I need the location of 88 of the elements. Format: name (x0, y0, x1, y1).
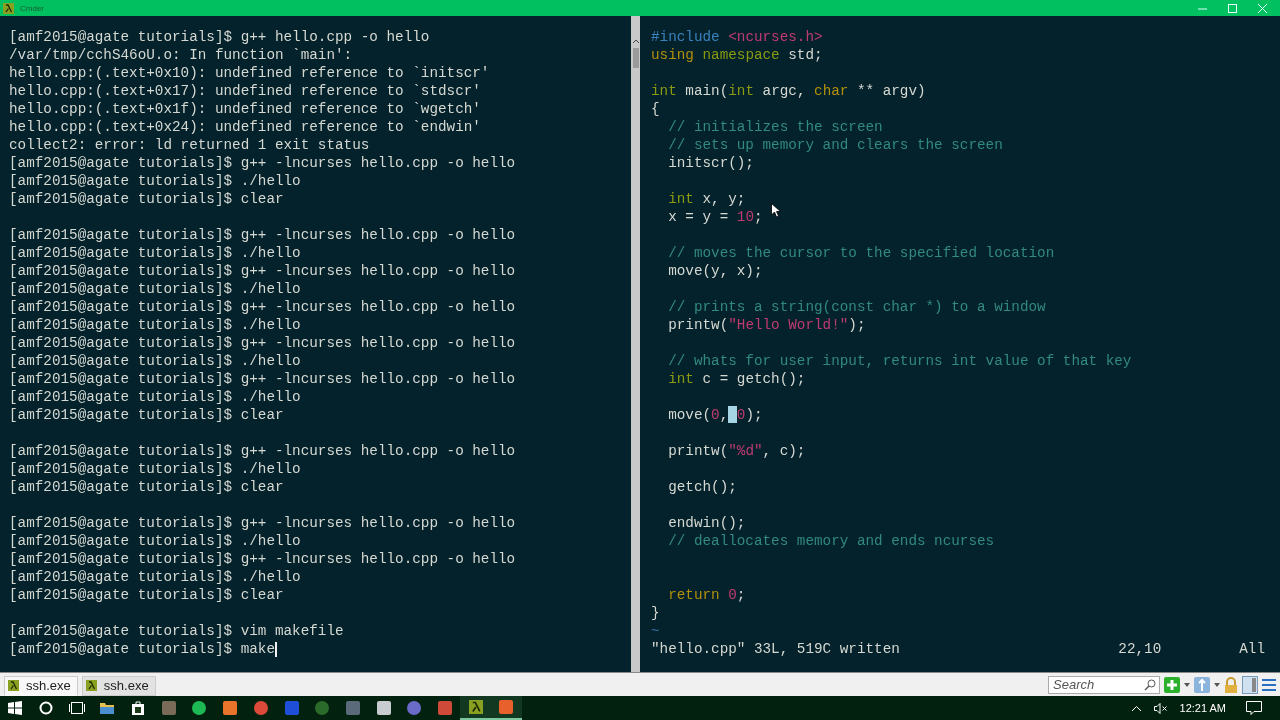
terminal-line: [amf2015@agate tutorials]$ g++ -lncurses hello.cpp -o hello (9, 550, 516, 568)
terminal-line: hello.cpp:(.text+0x17): undefined reference to `stdscr' (9, 82, 481, 100)
code-line: endwin(); (667, 514, 746, 532)
lambda-icon (8, 680, 19, 691)
terminal-line: [amf2015@agate tutorials]$ ./hello (9, 388, 301, 406)
terminal-line: [amf2015@agate tutorials]$ clear (9, 478, 284, 496)
taskbar-button[interactable] (460, 696, 491, 720)
terminal-line: /var/tmp/cchS46oU.o: In function `main': (9, 46, 353, 64)
shopping-bag-icon (132, 701, 145, 715)
terminal-line: [amf2015@agate tutorials]$ ./hello (9, 316, 301, 334)
caret-icon[interactable] (1184, 682, 1190, 687)
terminal-line: [amf2015@agate tutorials]$ clear (9, 190, 284, 208)
empty-line-marker: ~ (651, 622, 660, 640)
terminal-line: [amf2015@agate tutorials]$ g++ -lncurses hello.cpp -o hello (9, 226, 516, 244)
terminal-line: [amf2015@agate tutorials]$ g++ -lncurses hello.cpp -o hello (9, 334, 516, 352)
terminal-line: [amf2015@agate tutorials]$ make (9, 640, 275, 658)
taskbar-button[interactable] (491, 696, 522, 720)
terminal-line: [amf2015@agate tutorials]$ clear (9, 406, 284, 424)
terminal-line: [amf2015@agate tutorials]$ g++ -lncurses hello.cpp -o hello (9, 370, 516, 388)
code-line: int main(int argc, char ** argv) (651, 82, 926, 100)
code-line: #include <ncurses.h> (651, 28, 823, 46)
terminal-line: [amf2015@agate tutorials]$ g++ hello.cpp -o hello (9, 28, 430, 46)
terminal-line: [amf2015@agate tutorials]$ vim makefile (9, 622, 344, 640)
terminal-line: [amf2015@agate tutorials]$ g++ -lncurses hello.cpp -o hello (9, 154, 516, 172)
terminal-line: collect2: error: ld returned 1 exit status (9, 136, 370, 154)
search-field[interactable]: Search (1048, 675, 1160, 694)
code-line: move(0, 0); (667, 406, 763, 424)
lambda-icon (3, 2, 14, 14)
chevron-up-icon[interactable] (631, 38, 640, 44)
code-line: } (651, 604, 660, 622)
terminal-line: [amf2015@agate tutorials]$ g++ -lncurses hello.cpp -o hello (9, 442, 516, 460)
code-line: // initializes the screen (667, 118, 883, 136)
cursor-position: 22,10 (1118, 640, 1162, 658)
code-line: int x, y; (667, 190, 746, 208)
code-line: // deallocates memory and ends ncurses (667, 532, 995, 550)
terminal-line: [amf2015@agate tutorials]$ clear (9, 586, 284, 604)
code-line: initscr(); (667, 154, 754, 172)
menu-icon[interactable] (1262, 677, 1276, 692)
lambda-icon (85, 680, 97, 691)
terminal-line: [amf2015@agate tutorials]$ g++ -lncurses hello.cpp -o hello (9, 298, 516, 316)
scroll-position: All (1239, 640, 1265, 658)
console-tab[interactable]: ssh.exe (4, 675, 78, 696)
notification-icon[interactable] (1246, 701, 1262, 715)
console-tab[interactable]: ssh.exe (81, 675, 156, 696)
split-view-icon[interactable] (1242, 675, 1258, 694)
window-title: Cmder (20, 3, 44, 13)
code-line: x = y = 10; (667, 208, 763, 226)
close-icon[interactable] (1258, 3, 1267, 13)
new-tab-icon[interactable] (1164, 676, 1180, 693)
scrollbar-thumb[interactable] (632, 48, 639, 68)
terminal-line: [amf2015@agate tutorials]$ ./hello (9, 172, 301, 190)
terminal-line: [amf2015@agate tutorials]$ g++ -lncurses hello.cpp -o hello (9, 262, 516, 280)
lambda-icon (468, 700, 483, 714)
circle-icon (39, 701, 54, 715)
terminal-line: [amf2015@agate tutorials]$ ./hello (9, 568, 301, 586)
terminal-line: hello.cpp:(.text+0x1f): undefined reference to `wgetch' (9, 100, 481, 118)
code-line: printw("Hello World!"); (667, 316, 866, 334)
code-line: getch(); (667, 478, 737, 496)
maximize-icon[interactable] (1228, 3, 1237, 13)
code-line: move(y, x); (667, 262, 763, 280)
code-line: { (651, 100, 660, 118)
code-line: int c = getch(); (667, 370, 806, 388)
folder-icon (100, 702, 115, 714)
code-line: using namespace std; (651, 46, 823, 64)
code-line: // sets up memory and clears the screen (667, 136, 1003, 154)
terminal-line: hello.cpp:(.text+0x10): undefined reference to `initscr' (9, 64, 490, 82)
speaker-muted-icon[interactable] (1153, 702, 1168, 714)
terminal-line: hello.cpp:(.text+0x24): undefined reference to `endwin' (9, 118, 481, 136)
terminal-line: [amf2015@agate tutorials]$ ./hello (9, 280, 301, 298)
code-line: // whats for user input, returns int value of that key (667, 352, 1132, 370)
terminal-line: [amf2015@agate tutorials]$ ./hello (9, 460, 301, 478)
windows-logo-icon (8, 701, 23, 715)
code-line: return 0; (667, 586, 746, 604)
code-line: // prints a string(const char *) to a window (667, 298, 1046, 316)
mouse-pointer-icon (771, 203, 781, 218)
code-line: printw("%d", c); (667, 442, 806, 460)
terminal-line: [amf2015@agate tutorials]$ g++ -lncurses hello.cpp -o hello (9, 514, 516, 532)
text-cursor (274, 642, 277, 657)
terminal-line: [amf2015@agate tutorials]$ ./hello (9, 352, 301, 370)
scrollbar[interactable] (631, 16, 640, 672)
code-line: // moves the cursor to the specified location (667, 244, 1055, 262)
caret-icon[interactable] (1214, 682, 1220, 687)
clock[interactable]: 12:21 AM (1179, 702, 1226, 714)
task-view-icon (68, 702, 85, 714)
terminal-line: [amf2015@agate tutorials]$ ./hello (9, 244, 301, 262)
status-message: "hello.cpp" 33L, 519C written (651, 640, 900, 658)
terminal-line: [amf2015@agate tutorials]$ ./hello (9, 532, 301, 550)
search-icon (1144, 678, 1156, 691)
